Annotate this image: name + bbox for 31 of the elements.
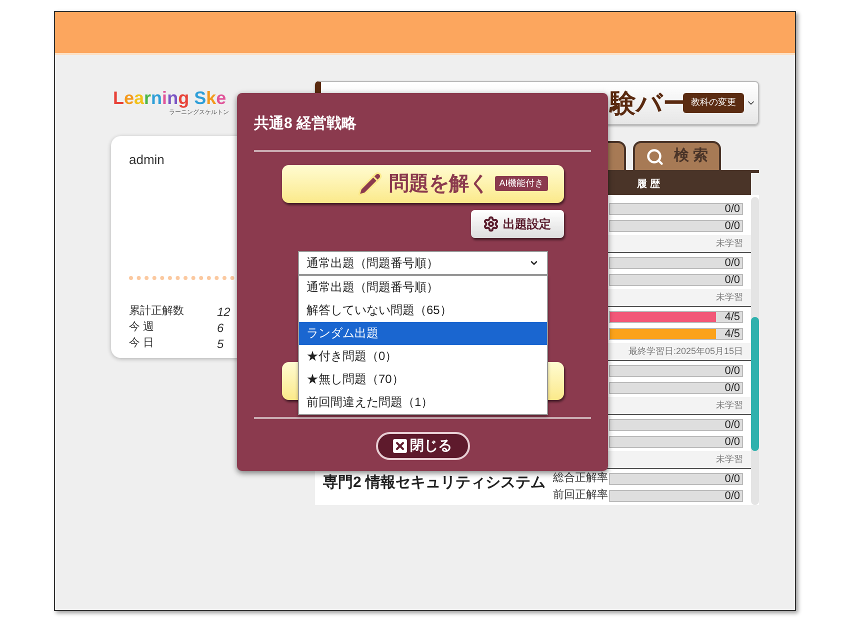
progress-reading: 4/5 bbox=[724, 326, 740, 340]
progress-reading: 0/0 bbox=[724, 472, 740, 486]
progress-reading: 0/0 bbox=[724, 418, 740, 432]
stat-label: 今 日 bbox=[129, 336, 156, 352]
user-name: admin bbox=[129, 151, 166, 169]
bar-label: 前回正解率 bbox=[553, 488, 609, 504]
progress-reading: 0/0 bbox=[724, 202, 740, 216]
progress-reading: 0/0 bbox=[724, 364, 740, 378]
progress-reading: 4/5 bbox=[724, 310, 740, 324]
stat-value: 12 bbox=[217, 304, 230, 320]
status-text: 未学習 bbox=[716, 236, 743, 250]
status-text: 未学習 bbox=[716, 452, 743, 466]
status-text: 未学習 bbox=[716, 290, 743, 304]
stat-label: 累計正解数 bbox=[129, 304, 185, 320]
column-header: 履 歴 bbox=[637, 178, 660, 192]
progress-reading: 0/0 bbox=[724, 218, 740, 232]
progress-reading: 0/0 bbox=[724, 434, 740, 448]
status-text: 最終学習日:2025年05月15日 bbox=[628, 344, 743, 358]
bar-label: 総合正解率 bbox=[553, 470, 609, 486]
stat-value: 5 bbox=[217, 336, 224, 352]
progress-reading: 0/0 bbox=[724, 380, 740, 394]
stat-label: 今 週 bbox=[129, 320, 156, 336]
progress-reading: 0/0 bbox=[724, 256, 740, 270]
progress-reading: 0/0 bbox=[724, 272, 740, 286]
stat-value: 6 bbox=[217, 320, 224, 336]
progress-reading: 0/0 bbox=[724, 488, 740, 502]
subject-title: 専門2 情報セキュリティシステム bbox=[323, 474, 546, 491]
ai-badge: AI機能付き bbox=[495, 176, 548, 192]
modal-title: 共通8 経営戦略 bbox=[254, 114, 357, 134]
status-text: 未学習 bbox=[716, 398, 743, 412]
logo: Learning Ske bbox=[113, 87, 226, 109]
